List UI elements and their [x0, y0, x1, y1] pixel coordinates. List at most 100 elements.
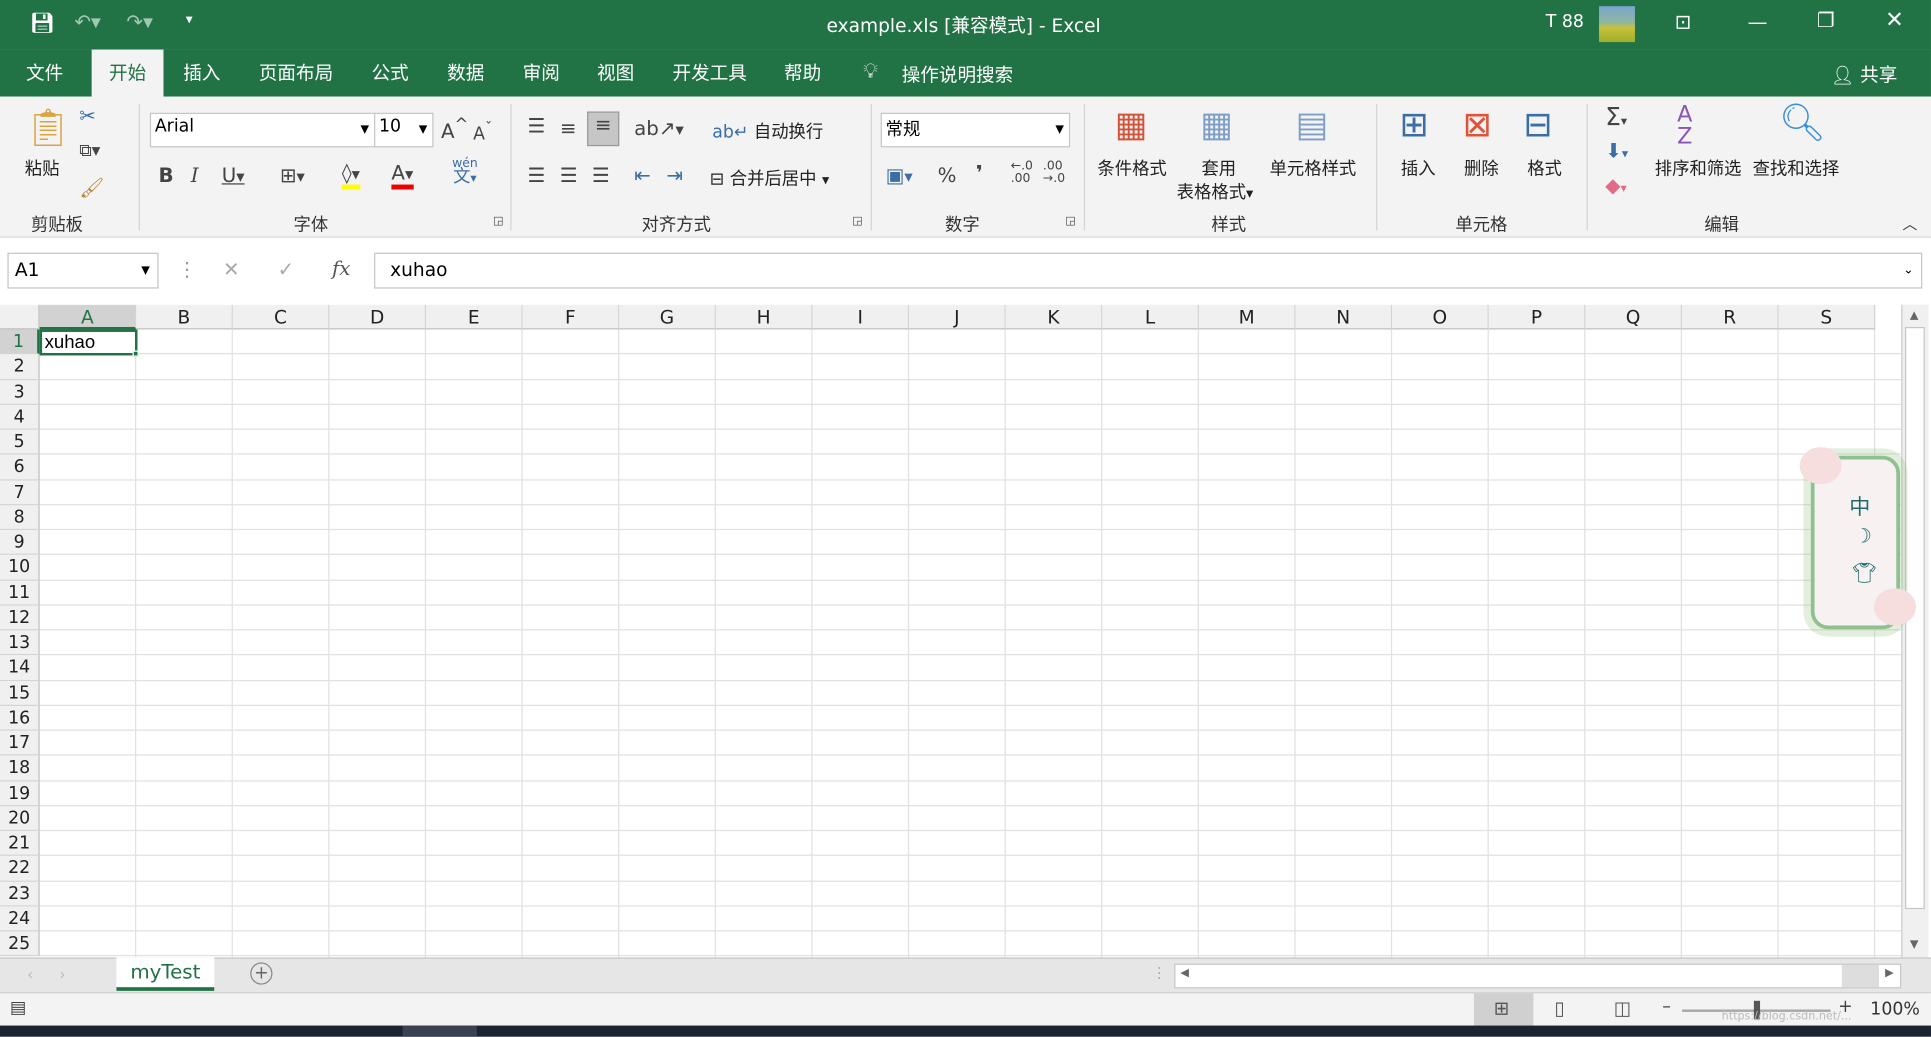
- align-bottom-icon[interactable]: ≡: [587, 111, 620, 147]
- column-header-D[interactable]: D: [329, 304, 427, 330]
- font-name-select[interactable]: Arial ▼: [149, 112, 376, 148]
- tab-data[interactable]: 数据: [430, 50, 502, 97]
- zoom-level[interactable]: 100%: [1870, 1000, 1920, 1020]
- horizontal-scrollbar[interactable]: ◀ ▶: [1174, 963, 1902, 989]
- conditional-format-icon[interactable]: ▦: [1115, 104, 1148, 145]
- column-header-N[interactable]: N: [1295, 304, 1393, 330]
- prev-sheet-icon[interactable]: ‹: [27, 966, 33, 983]
- fill-icon[interactable]: ⬇▾: [1605, 139, 1628, 163]
- row-header-15[interactable]: 15: [0, 680, 40, 706]
- ribbon-display-icon[interactable]: ⊡: [1675, 10, 1692, 34]
- row-header-8[interactable]: 8: [0, 505, 40, 531]
- column-header-E[interactable]: E: [426, 304, 523, 330]
- row-header-24[interactable]: 24: [0, 906, 40, 932]
- orientation-icon[interactable]: ab↗▾: [634, 116, 684, 140]
- moon-icon[interactable]: ☽: [1854, 524, 1872, 548]
- scroll-right-icon[interactable]: ▶: [1885, 967, 1894, 979]
- row-header-14[interactable]: 14: [0, 655, 40, 681]
- cell-styles-icon[interactable]: ▤: [1296, 104, 1329, 145]
- column-header-G[interactable]: G: [619, 304, 716, 330]
- row-header-25[interactable]: 25: [0, 931, 40, 957]
- row-header-2[interactable]: 2: [0, 354, 40, 380]
- horizontal-scroll-track[interactable]: [1841, 964, 1879, 988]
- undo-icon[interactable]: ↶▾: [74, 10, 101, 34]
- tab-page-layout[interactable]: 页面布局: [242, 50, 351, 97]
- increase-font-icon[interactable]: A^: [441, 116, 468, 142]
- row-header-16[interactable]: 16: [0, 705, 40, 731]
- name-box[interactable]: A1 ▼: [7, 252, 159, 289]
- align-middle-icon[interactable]: ≡: [560, 116, 577, 140]
- column-header-K[interactable]: K: [1005, 304, 1103, 330]
- redo-icon[interactable]: ↷▾: [126, 10, 153, 34]
- row-header-3[interactable]: 3: [0, 379, 40, 405]
- phonetic-icon[interactable]: wén 文▾: [452, 158, 478, 186]
- formula-input[interactable]: xuhao ⌄: [374, 252, 1923, 289]
- row-header-18[interactable]: 18: [0, 755, 40, 781]
- copy-icon[interactable]: ⧉▾: [79, 141, 100, 161]
- ime-language[interactable]: 中: [1849, 489, 1870, 520]
- select-all-button[interactable]: [0, 304, 40, 330]
- column-header-I[interactable]: I: [812, 304, 910, 330]
- sheet-tab-mytest[interactable]: myTest: [116, 957, 215, 991]
- add-sheet-icon[interactable]: +: [250, 962, 273, 985]
- align-right-icon[interactable]: ☰: [592, 163, 610, 187]
- tab-view[interactable]: 视图: [580, 50, 652, 97]
- sort-filter-button[interactable]: 排序和筛选: [1655, 156, 1742, 181]
- tab-file[interactable]: 文件: [9, 50, 81, 97]
- increase-indent-icon[interactable]: ⇥: [666, 163, 683, 187]
- insert-cells-icon[interactable]: ⊞: [1400, 104, 1429, 145]
- row-header-21[interactable]: 21: [0, 831, 40, 857]
- increase-decimal-icon[interactable]: ←.0.00: [1011, 160, 1033, 186]
- tab-help[interactable]: 帮助: [767, 50, 839, 97]
- number-format-select[interactable]: 常规 ▼: [880, 112, 1071, 148]
- decrease-decimal-icon[interactable]: .00 →.0: [1043, 160, 1065, 186]
- column-header-P[interactable]: P: [1488, 304, 1586, 330]
- page-layout-view-icon[interactable]: ▯: [1554, 997, 1564, 1019]
- row-header-20[interactable]: 20: [0, 806, 40, 832]
- worksheet-grid[interactable]: A B C D E F G H I J K L M N O P Q R S 1 2 3 4 5 6 7 8 9 10 11 12 13 14 15…: [0, 304, 1902, 958]
- insert-function-icon[interactable]: fx: [332, 256, 351, 280]
- delete-cells-button[interactable]: 删除: [1464, 156, 1499, 181]
- find-select-icon[interactable]: 🔍︎: [1779, 102, 1826, 145]
- format-as-table-button[interactable]: 套用: [1201, 156, 1236, 181]
- underline-icon[interactable]: U▾: [222, 163, 245, 187]
- cell-styles-button[interactable]: 单元格样式: [1270, 156, 1357, 181]
- borders-icon[interactable]: ⊞▾: [280, 163, 305, 187]
- format-cells-icon[interactable]: ⊟: [1523, 104, 1552, 145]
- clear-icon[interactable]: ◆▾: [1605, 173, 1626, 197]
- wrap-text-button[interactable]: ab↵ 自动换行: [712, 119, 823, 144]
- macro-record-icon[interactable]: ▤: [10, 998, 26, 1018]
- zoom-out-icon[interactable]: –: [1662, 997, 1671, 1017]
- vertical-scrollbar[interactable]: ▲ ▼: [1901, 304, 1929, 958]
- row-header-12[interactable]: 12: [0, 605, 40, 631]
- column-header-M[interactable]: M: [1198, 304, 1296, 330]
- format-cells-button[interactable]: 格式: [1527, 156, 1562, 181]
- column-header-S[interactable]: S: [1778, 304, 1876, 330]
- normal-view-button[interactable]: ⊞: [1473, 993, 1534, 1027]
- column-header-H[interactable]: H: [715, 304, 813, 330]
- bold-icon[interactable]: B: [159, 163, 174, 187]
- row-header-17[interactable]: 17: [0, 730, 40, 756]
- delete-cells-icon[interactable]: ⊠: [1463, 104, 1492, 145]
- font-size-select[interactable]: 10 ▼: [374, 112, 434, 148]
- fill-color-icon[interactable]: ◊▾: [341, 161, 360, 190]
- comma-button[interactable]: ❜: [976, 161, 983, 185]
- row-header-13[interactable]: 13: [0, 630, 40, 656]
- accounting-format-icon[interactable]: ▣▾: [886, 163, 913, 187]
- collapse-ribbon-icon[interactable]: ︿: [1902, 213, 1917, 234]
- minimize-icon[interactable]: —: [1748, 10, 1768, 34]
- scroll-left-icon[interactable]: ◀: [1180, 967, 1189, 979]
- scroll-up-icon[interactable]: ▲: [1910, 310, 1919, 322]
- tab-split-handle[interactable]: ⋮: [1152, 964, 1167, 981]
- column-header-B[interactable]: B: [136, 304, 233, 330]
- row-header-10[interactable]: 10: [0, 555, 40, 581]
- paste-button[interactable]: 粘贴: [25, 156, 60, 181]
- cancel-icon[interactable]: ✕: [223, 258, 240, 282]
- tell-me-search[interactable]: 操作说明搜索: [902, 62, 1013, 88]
- column-header-O[interactable]: O: [1392, 304, 1489, 330]
- merge-center-button[interactable]: ⊟ 合并后居中 ▾: [710, 166, 830, 191]
- conditional-format-button[interactable]: 条件格式: [1097, 156, 1166, 181]
- share-button[interactable]: 👤︎ 共享: [1831, 62, 1898, 88]
- align-left-icon[interactable]: ☰: [528, 163, 546, 187]
- tab-formulas[interactable]: 公式: [354, 50, 426, 97]
